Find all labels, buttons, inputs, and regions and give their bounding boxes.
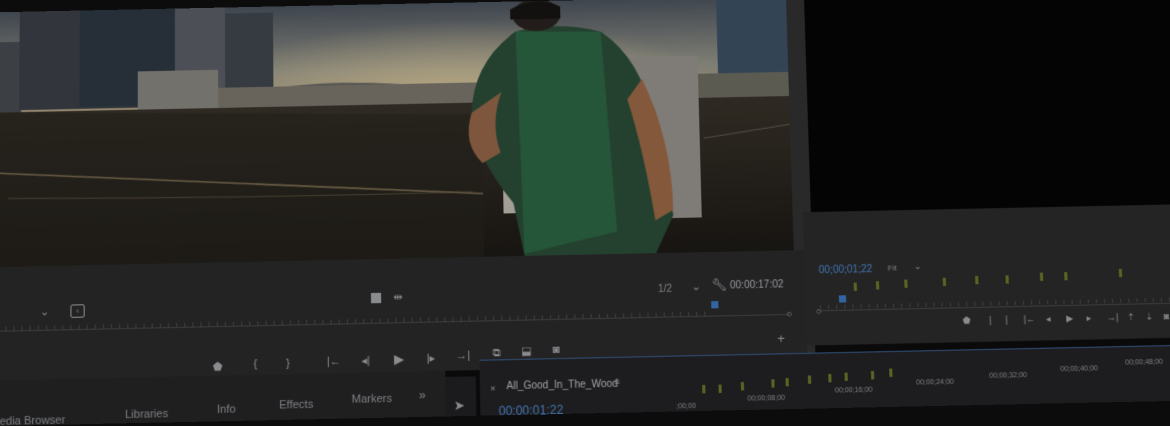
chevron-down-icon[interactable]: ⌄	[914, 261, 922, 272]
tools-panel: ➤	[445, 376, 477, 417]
mark-in-icon[interactable]: |	[989, 315, 992, 326]
settings-icon[interactable]	[370, 292, 382, 304]
marker[interactable]	[785, 377, 789, 387]
selection-tool-icon[interactable]: ➤	[454, 397, 465, 413]
insert-icon[interactable]: ⧉	[493, 347, 501, 360]
mark-in-icon[interactable]: {	[253, 358, 257, 370]
chevron-down-icon[interactable]: ⌄	[40, 306, 49, 319]
marker[interactable]	[1005, 275, 1009, 284]
marker[interactable]	[870, 370, 875, 380]
go-to-in-icon[interactable]: |←	[1023, 314, 1035, 326]
mark-out-icon[interactable]: |	[1005, 314, 1008, 325]
ruler-label: 00;00;24;00	[916, 378, 954, 387]
marker[interactable]	[975, 276, 979, 285]
go-to-out-icon[interactable]: →|	[1107, 312, 1119, 324]
safe-margins-icon[interactable]: ‹	[70, 304, 85, 318]
ruler-label: 00;00;32;00	[989, 371, 1028, 380]
video-frame-image	[0, 0, 794, 268]
tab-info[interactable]: Info	[217, 403, 236, 416]
add-marker-icon[interactable]: ⬟	[962, 315, 970, 326]
source-timecode[interactable]: 00:00:17:02	[730, 279, 784, 291]
tab-media-browser[interactable]: Media Browser	[0, 414, 65, 426]
marker[interactable]	[740, 382, 745, 391]
program-playhead[interactable]	[838, 295, 847, 303]
zoom-select[interactable]: 1/2	[658, 284, 672, 296]
marker[interactable]	[1064, 272, 1068, 281]
marker[interactable]	[718, 384, 722, 393]
project-panel-tabs: Media Browser Libraries Info Effects Mar…	[0, 370, 446, 426]
program-monitor-controls: 00;00;01;22 Fit ⌄ ○ ⬟ | | |← ◂ ▶ ▸ →| ⇡ …	[802, 204, 1170, 346]
marker[interactable]	[942, 277, 947, 287]
go-to-in-icon[interactable]: |←	[327, 355, 341, 368]
chevron-down-icon[interactable]: ⌄	[691, 281, 701, 294]
ruler-label: 00;00;48;00	[1125, 358, 1164, 367]
wrench-icon[interactable]: 🔧︎	[712, 277, 728, 292]
timeline-timecode[interactable]: 00:00:01:22	[499, 403, 564, 419]
marker[interactable]	[875, 281, 880, 290]
play-icon[interactable]: ▶	[1066, 313, 1074, 324]
lift-icon[interactable]: ⇡	[1127, 312, 1135, 323]
marker[interactable]	[828, 373, 832, 383]
marker[interactable]	[1039, 272, 1044, 281]
premiere-workspace: ⌄ ‹ ⇹ 1/2 ⌄ 🔧︎ 00:00:17:02 ○ ⬟ { } |← ◂|…	[0, 0, 1170, 426]
overwrite-icon[interactable]: ⬓	[521, 345, 532, 358]
source-monitor-video	[0, 0, 794, 268]
marker[interactable]	[702, 384, 706, 394]
marker[interactable]	[853, 282, 857, 291]
program-monitor-video	[803, 0, 1170, 213]
source-playhead[interactable]	[711, 301, 719, 309]
ruler-label: 00;00;08;00	[747, 394, 786, 403]
ruler-label: 00;00;16;00	[834, 386, 873, 395]
extract-icon[interactable]: ⇣	[1145, 311, 1153, 322]
out-point-icon: ○	[786, 308, 793, 320]
add-marker-icon[interactable]: ⬟	[213, 361, 223, 374]
sequence-tab[interactable]: All_Good_In_The_Wood	[506, 379, 618, 393]
tab-markers[interactable]: Markers	[352, 393, 393, 406]
go-to-out-icon[interactable]: →|	[456, 350, 470, 363]
marker[interactable]	[807, 375, 812, 384]
plus-icon[interactable]: +	[777, 331, 785, 347]
menu-icon[interactable]: ≡	[614, 376, 620, 388]
marker[interactable]	[889, 368, 893, 377]
marker[interactable]	[904, 279, 908, 288]
mark-out-icon[interactable]: }	[286, 358, 290, 370]
ruler-label: 00;00;40;00	[1060, 365, 1099, 374]
ruler-label: ;00;00	[676, 402, 697, 411]
marker[interactable]	[844, 372, 848, 381]
tab-effects[interactable]: Effects	[279, 398, 313, 411]
step-forward-icon[interactable]: ▸	[1086, 313, 1091, 324]
drag-video-icon[interactable]: ⇹	[393, 291, 402, 304]
fit-select[interactable]: Fit	[887, 263, 896, 272]
marker[interactable]	[771, 379, 775, 388]
panel-overflow-button[interactable]: »	[419, 388, 426, 403]
step-forward-icon[interactable]: |▸	[426, 352, 435, 365]
marker[interactable]	[1118, 268, 1123, 278]
play-icon[interactable]: ▶	[394, 351, 404, 367]
camera-icon[interactable]: ◙	[1163, 311, 1169, 322]
source-ruler-ticks	[0, 311, 709, 331]
source-time-ruler[interactable]	[0, 313, 790, 332]
step-back-icon[interactable]: ◂|	[361, 355, 370, 368]
camera-icon[interactable]: ◙	[553, 344, 560, 357]
step-back-icon[interactable]: ◂	[1046, 314, 1051, 325]
close-icon[interactable]: ×	[490, 383, 496, 395]
tab-libraries[interactable]: Libraries	[125, 408, 168, 421]
in-point-icon: ○	[815, 306, 822, 317]
program-timecode[interactable]: 00;00;01;22	[819, 264, 873, 276]
